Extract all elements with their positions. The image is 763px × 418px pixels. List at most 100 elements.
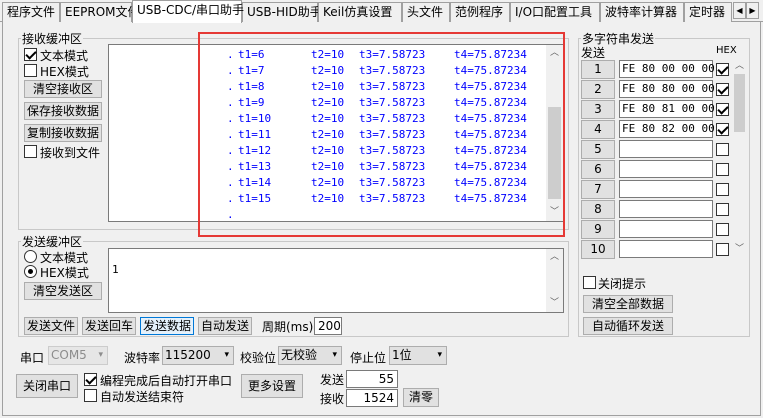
multi-data-input-8[interactable] [619, 200, 713, 218]
multi-send-button-8[interactable]: 8 [581, 200, 615, 219]
send-enter-button[interactable]: 发送回车 [82, 317, 136, 335]
receive-value-t4: t4=75.87234 [454, 112, 527, 125]
clear-count-button[interactable]: 清零 [403, 388, 439, 407]
multi-data-input-10[interactable] [619, 240, 713, 258]
multi-hex-checkbox-6[interactable] [716, 163, 729, 176]
port-value: COM5 [51, 348, 87, 362]
tab-scroll-left-icon[interactable]: ◀ [733, 2, 746, 19]
receive-to-file-checkbox[interactable] [24, 145, 37, 158]
auto-loop-send-button[interactable]: 自动循环发送 [583, 317, 673, 335]
clear-receive-button[interactable]: 清空接收区 [24, 80, 102, 98]
stop-bits-select[interactable]: 1位 ▾ [389, 346, 447, 365]
multi-send-button-10[interactable]: 10 [581, 240, 615, 259]
port-dropdown-icon: ▾ [98, 350, 103, 360]
period-input[interactable]: 200 [314, 317, 342, 335]
receive-value-t1: t1=7 [238, 64, 265, 77]
send-text-mode-radio[interactable] [24, 250, 37, 263]
parity-select[interactable]: 无校验 ▾ [278, 346, 342, 365]
multi-hex-checkbox-1[interactable] [716, 63, 729, 76]
multi-scroll-thumb[interactable] [734, 74, 745, 132]
multi-send-button-3[interactable]: 3 [581, 100, 615, 119]
multi-hex-checkbox-9[interactable] [716, 223, 729, 236]
save-receive-data-button[interactable]: 保存接收数据 [24, 102, 102, 120]
port-select[interactable]: COM5 ▾ [48, 346, 108, 365]
receive-scrollbar[interactable]: ︿ ﹀ [546, 45, 563, 221]
receive-text-mode-label: 文本模式 [40, 49, 89, 63]
copy-receive-data-button[interactable]: 复制接收数据 [24, 124, 102, 142]
receive-line-prefix: . [227, 176, 234, 189]
multi-data-input-5[interactable] [619, 140, 713, 158]
receive-value-t2: t2=10 [311, 112, 345, 125]
multi-scroll-down-icon[interactable]: ﹀ [732, 241, 747, 258]
send-textarea[interactable]: 1 ︿ ﹀ [108, 248, 564, 313]
multi-send-button-2[interactable]: 2 [581, 80, 615, 99]
multi-hex-checkbox-8[interactable] [716, 203, 729, 216]
multi-scroll-up-icon[interactable]: ︿ [732, 58, 747, 75]
tab-usb-cdc-serial[interactable]: USB-CDC/串口助手 [132, 0, 244, 23]
multi-hex-checkbox-3[interactable] [716, 103, 729, 116]
multi-send-button-9[interactable]: 9 [581, 220, 615, 239]
multi-send-button-1[interactable]: 1 [581, 60, 615, 79]
auto-send-button[interactable]: 自动发送 [198, 317, 252, 335]
receive-value-t2: t2=10 [311, 64, 345, 77]
receive-hex-mode-checkbox[interactable] [24, 64, 37, 77]
tab-baud-calc[interactable]: 波特率计算器 [600, 2, 684, 22]
multi-send-button-6[interactable]: 6 [581, 160, 615, 179]
close-hint-checkbox[interactable] [583, 276, 596, 289]
multi-hex-checkbox-2[interactable] [716, 83, 729, 96]
send-scroll-down-icon[interactable]: ﹀ [546, 295, 563, 312]
multi-send-button-7[interactable]: 7 [581, 180, 615, 199]
receive-line-prefix: . [227, 112, 234, 125]
multi-data-input-2[interactable]: FE 80 80 00 00 [619, 80, 715, 98]
multi-hex-checkbox-5[interactable] [716, 143, 729, 156]
baud-label: 波特率 [124, 351, 161, 365]
tab-program-file[interactable]: 程序文件 [2, 2, 60, 22]
multi-data-input-6[interactable] [619, 160, 713, 178]
clear-send-button[interactable]: 清空发送区 [24, 282, 102, 300]
send-file-button[interactable]: 发送文件 [24, 317, 78, 335]
multi-data-input-4[interactable]: FE 80 82 00 00 [619, 120, 715, 138]
receive-textarea[interactable]: . t1=6 t2=10 t3=7.58723 t4=75.87234. t1=7 t2=1… [108, 44, 564, 222]
multi-data-input-3[interactable]: FE 80 81 00 00 [619, 100, 715, 118]
tab-io-config[interactable]: I/O口配置工具 [510, 2, 600, 22]
send-data-button[interactable]: 发送数据 [140, 317, 194, 335]
tab-timer[interactable]: 定时器 [684, 2, 732, 22]
close-port-button[interactable]: 关闭串口 [16, 374, 78, 398]
send-hex-mode-radio[interactable] [24, 265, 37, 278]
baud-value: 115200 [165, 348, 211, 362]
receive-text-mode-checkbox[interactable] [24, 48, 37, 61]
send-scrollbar[interactable]: ︿ ﹀ [546, 249, 563, 312]
receive-value-t1: t1=10 [238, 112, 272, 125]
scroll-down-icon[interactable]: ﹀ [546, 204, 563, 221]
parity-dropdown-icon: ▾ [332, 350, 337, 360]
multi-scrollbar[interactable]: ︿ ﹀ [732, 58, 747, 258]
multi-send-button-5[interactable]: 5 [581, 140, 615, 159]
tab-header-file[interactable]: 头文件 [402, 2, 450, 22]
tab-usb-hid[interactable]: USB-HID助手 [242, 2, 322, 22]
tab-keil-sim[interactable]: Keil仿真设置 [318, 2, 402, 22]
multi-hex-checkbox-4[interactable] [716, 123, 729, 136]
baud-select[interactable]: 115200 ▾ [162, 346, 234, 365]
multi-data-input-7[interactable] [619, 180, 713, 198]
tab-eeprom-file[interactable]: EEPROM文件 [60, 2, 140, 22]
auto-send-end-checkbox[interactable] [84, 389, 97, 402]
tab-examples[interactable]: 范例程序 [450, 2, 510, 22]
send-scroll-up-icon[interactable]: ︿ [546, 249, 563, 266]
multi-hex-checkbox-7[interactable] [716, 183, 729, 196]
receive-hex-mode-label: HEX模式 [40, 65, 89, 79]
receive-scroll-thumb[interactable] [548, 107, 561, 199]
send-buffer-legend: 发送缓冲区 [22, 235, 83, 249]
auto-open-port-checkbox[interactable] [84, 373, 97, 386]
clear-all-data-button[interactable]: 清空全部数据 [583, 295, 673, 313]
recv-count-label: 接收 [320, 392, 345, 406]
more-settings-button[interactable]: 更多设置 [241, 374, 303, 398]
receive-value-t2: t2=10 [311, 160, 345, 173]
receive-value-t2: t2=10 [311, 144, 345, 157]
tab-scroll-right-icon[interactable]: ▶ [746, 2, 759, 19]
receive-value-t4: t4=75.87234 [454, 96, 527, 109]
scroll-up-icon[interactable]: ︿ [546, 45, 563, 62]
multi-data-input-1[interactable]: FE 80 00 00 00 [619, 60, 715, 78]
multi-data-input-9[interactable] [619, 220, 713, 238]
multi-hex-checkbox-10[interactable] [716, 243, 729, 256]
multi-send-button-4[interactable]: 4 [581, 120, 615, 139]
